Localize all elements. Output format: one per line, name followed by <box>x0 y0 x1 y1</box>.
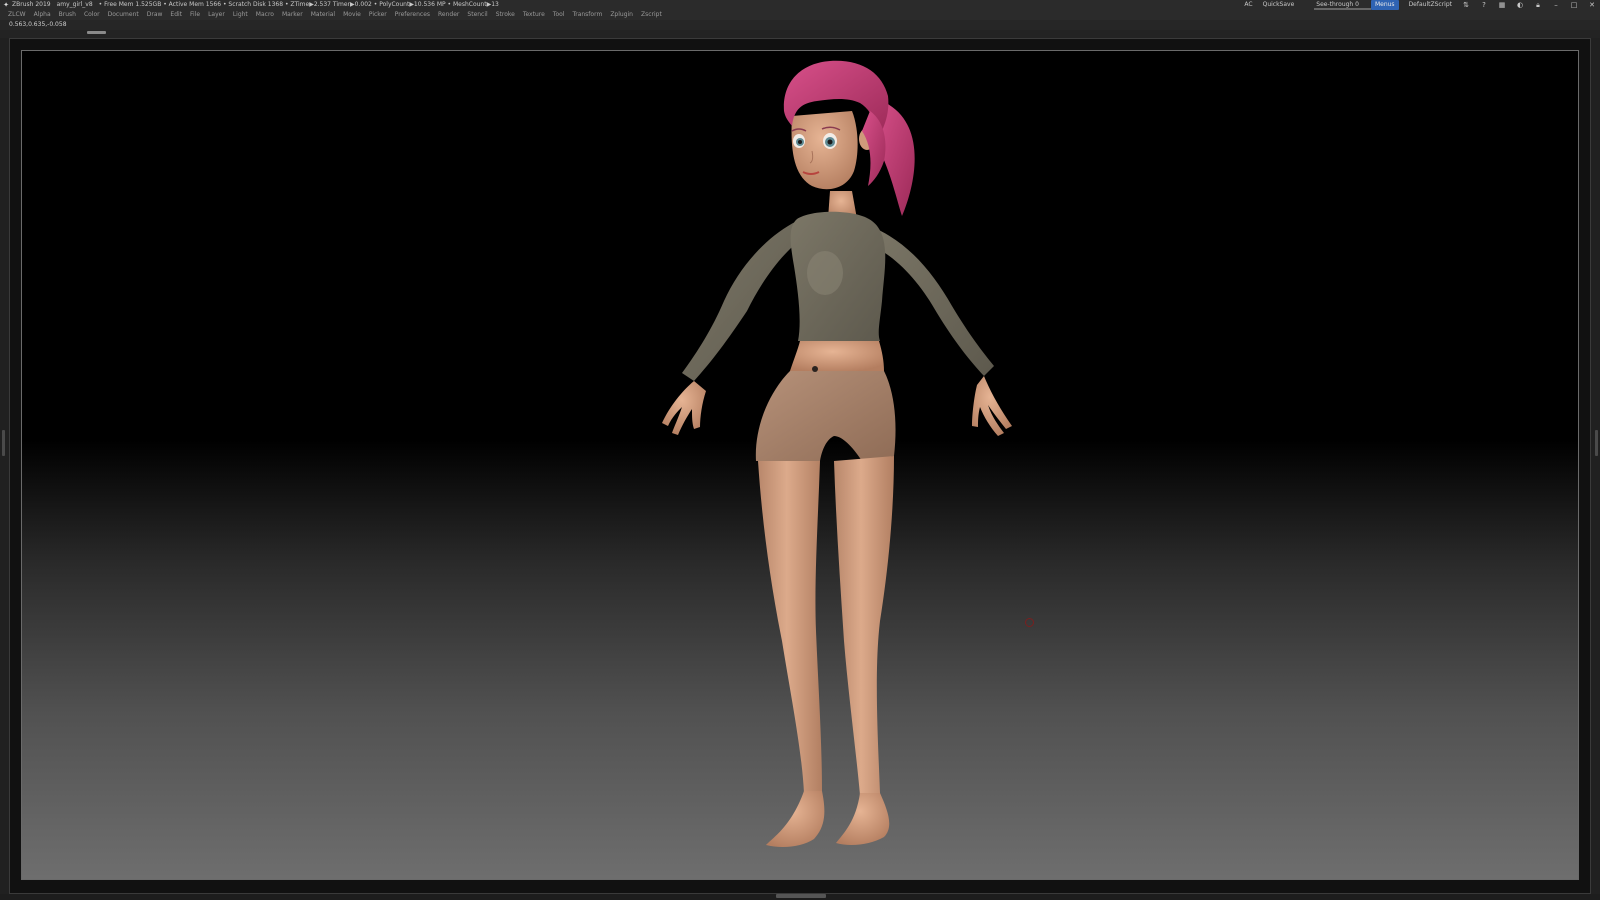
see-through-label: See-through 0 <box>1316 1 1359 8</box>
memory-stats: • Free Mem 1.525GB • Active Mem 1566 • S… <box>98 1 499 8</box>
menu-item-macro[interactable]: Macro <box>256 10 274 20</box>
menu-item-zlcw[interactable]: ZLCW <box>8 10 26 20</box>
bottom-tray-handle[interactable] <box>776 894 826 898</box>
file-name: amy_girl_v8 <box>56 1 93 8</box>
menu-item-file[interactable]: File <box>190 10 200 20</box>
menu-item-light[interactable]: Light <box>233 10 248 20</box>
shorts <box>755 371 896 461</box>
palette-icon[interactable]: ◐ <box>1516 1 1524 9</box>
menu-item-tool[interactable]: Tool <box>553 10 565 20</box>
tray-icon[interactable]: ⇅ <box>1462 1 1470 9</box>
menu-item-zscript[interactable]: Zscript <box>641 10 662 20</box>
lock-icon[interactable]: 🔒︎ <box>1534 1 1542 9</box>
menu-item-texture[interactable]: Texture <box>523 10 545 20</box>
sweater-highlight <box>807 251 843 295</box>
app-name: ZBrush 2019 <box>12 1 51 8</box>
character-model <box>662 60 1012 847</box>
brush-cursor <box>1025 618 1034 627</box>
zbrush-window: ✦ ZBrush 2019 amy_girl_v8 • Free Mem 1.5… <box>0 0 1600 900</box>
menu-item-layer[interactable]: Layer <box>208 10 225 20</box>
title-bar-right: AC QuickSave See-through 0 Menus Default… <box>1234 0 1600 10</box>
top-shelf <box>0 30 1600 38</box>
status-row: 0.563,0.635,-0.058 <box>0 20 1600 30</box>
see-through-slider[interactable]: See-through 0 <box>1304 0 1371 10</box>
midriff <box>790 341 884 371</box>
menu-item-alpha[interactable]: Alpha <box>34 10 51 20</box>
menu-item-brush[interactable]: Brush <box>59 10 76 20</box>
menu-bar: ZLCW Alpha Brush Color Document Draw Edi… <box>0 10 1600 20</box>
face <box>791 111 858 190</box>
right-arm <box>867 226 994 376</box>
menu-item-preferences[interactable]: Preferences <box>395 10 430 20</box>
close-icon[interactable]: ✕ <box>1588 1 1596 9</box>
right-hand <box>972 376 1012 436</box>
menu-item-stencil[interactable]: Stencil <box>467 10 487 20</box>
menu-item-movie[interactable]: Movie <box>343 10 361 20</box>
menu-item-stroke[interactable]: Stroke <box>496 10 515 20</box>
viewport-canvas[interactable] <box>21 50 1579 880</box>
menu-item-document[interactable]: Document <box>108 10 139 20</box>
title-bar: ✦ ZBrush 2019 amy_girl_v8 • Free Mem 1.5… <box>0 0 1600 10</box>
menu-item-draw[interactable]: Draw <box>147 10 163 20</box>
ac-button[interactable]: AC <box>1244 0 1252 10</box>
left-foot <box>766 791 825 847</box>
menu-item-color[interactable]: Color <box>84 10 100 20</box>
quicksave-button[interactable]: QuickSave <box>1263 0 1295 10</box>
menu-item-marker[interactable]: Marker <box>282 10 303 20</box>
menu-item-material[interactable]: Material <box>311 10 335 20</box>
menu-item-picker[interactable]: Picker <box>369 10 387 20</box>
menu-item-edit[interactable]: Edit <box>170 10 182 20</box>
maximize-icon[interactable]: □ <box>1570 1 1578 9</box>
zbrush-logo-icon: ✦ <box>3 1 9 9</box>
left-leg <box>758 461 822 793</box>
cursor-coordinates: 0.563,0.635,-0.058 <box>9 21 67 28</box>
minimize-icon[interactable]: – <box>1552 1 1560 9</box>
menus-button[interactable]: Menus <box>1370 0 1399 10</box>
layout-icon[interactable]: ▦ <box>1498 1 1506 9</box>
right-leg <box>834 456 894 795</box>
menu-item-zplugin[interactable]: Zplugin <box>610 10 633 20</box>
menu-item-render[interactable]: Render <box>438 10 459 20</box>
default-zscript-button[interactable]: DefaultZScript <box>1409 0 1452 10</box>
menu-item-transform[interactable]: Transform <box>572 10 602 20</box>
left-hand <box>662 381 706 435</box>
left-tray-handle[interactable] <box>2 430 5 456</box>
right-tray-handle[interactable] <box>1595 430 1598 456</box>
shorts-button <box>812 366 818 372</box>
right-foot <box>836 793 890 845</box>
shelf-grip-handle[interactable] <box>87 31 106 34</box>
help-icon[interactable]: ? <box>1480 1 1488 9</box>
